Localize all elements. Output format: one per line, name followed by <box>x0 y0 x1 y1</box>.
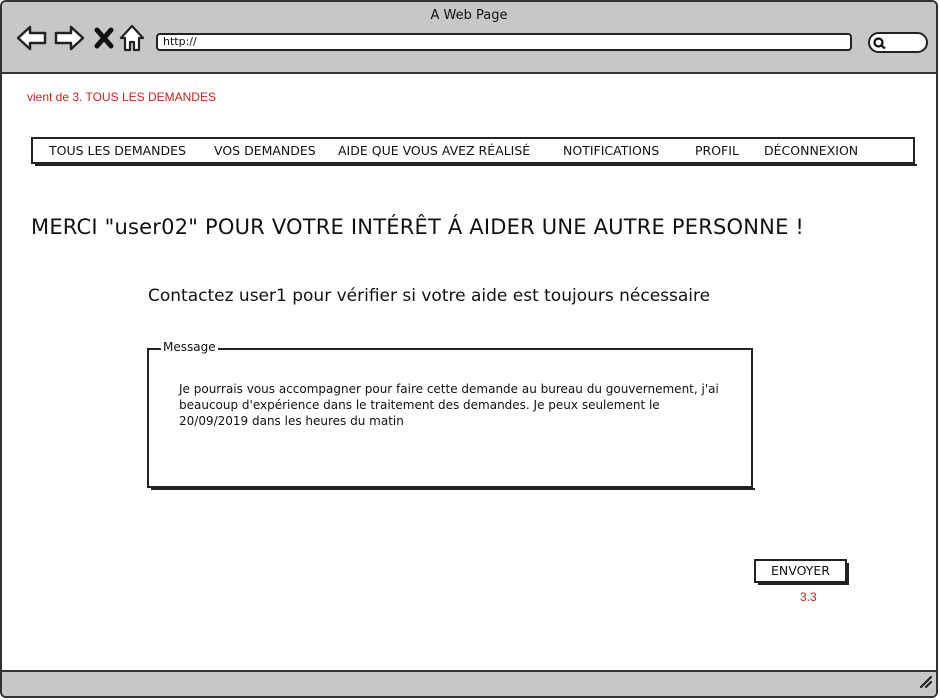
menu-item-logout[interactable]: DÉCONNEXION <box>764 143 858 158</box>
menu-item-all-requests[interactable]: TOUS LES DEMANDES <box>49 143 186 158</box>
ref-annotation: 3.3 <box>800 590 817 604</box>
message-label: Message <box>161 340 218 354</box>
search-icon <box>873 37 886 50</box>
menu-item-profile[interactable]: PROFIL <box>695 143 739 158</box>
message-line: Je pourrais vous accompagner pour faire … <box>179 382 719 396</box>
back-arrow-icon[interactable] <box>16 24 48 52</box>
menu-item-your-requests[interactable]: VOS DEMANDES <box>214 143 316 158</box>
url-input[interactable]: http:// <box>156 33 852 51</box>
page-title: MERCI "user02" POUR VOTRE INTÉRÊT Á AIDE… <box>31 215 805 239</box>
send-button[interactable]: ENVOYER <box>754 559 849 585</box>
message-text[interactable]: Je pourrais vous accompagner pour faire … <box>179 381 724 429</box>
main-menu: TOUS LES DEMANDES VOS DEMANDES AIDE QUE … <box>31 137 917 166</box>
message-box[interactable]: Message Je pourrais vous accompagner pou… <box>147 340 755 490</box>
menu-item-notifications[interactable]: NOTIFICATIONS <box>563 143 659 158</box>
resize-grip-icon[interactable] <box>918 673 933 692</box>
forward-arrow-icon[interactable] <box>53 24 85 52</box>
status-bar <box>2 670 936 696</box>
page-subtitle: Contactez user1 pour vérifier si votre a… <box>148 286 711 306</box>
browser-window: A Web Page http:// vient de 3. TOUS LES … <box>0 0 938 698</box>
origin-annotation: vient de 3. TOUS LES DEMANDES <box>27 90 216 104</box>
search-field[interactable] <box>868 32 928 53</box>
menu-item-help-given[interactable]: AIDE QUE VOUS AVEZ RÉALISÉ <box>338 143 530 158</box>
message-line: beaucoup d'expérience dans le traitement… <box>179 398 660 412</box>
window-title: A Web Page <box>430 8 508 23</box>
home-icon[interactable] <box>119 24 145 52</box>
message-line: 20/09/2019 dans les heures du matin <box>179 414 404 428</box>
close-x-icon[interactable] <box>93 27 115 49</box>
title-bar: A Web Page http:// <box>2 2 936 74</box>
